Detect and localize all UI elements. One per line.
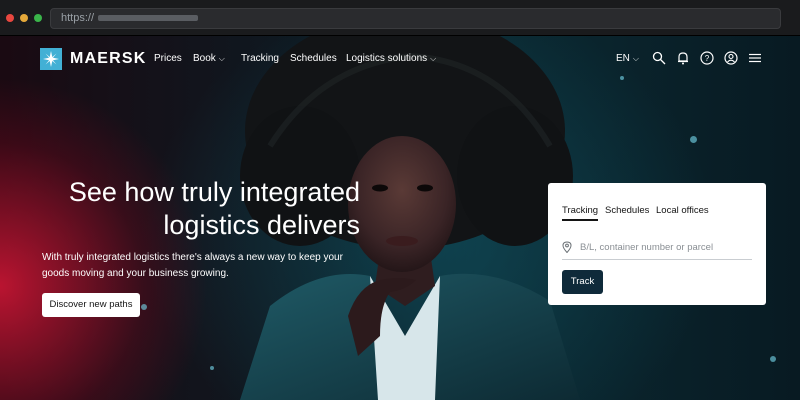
hero-title: See how truly integrated logistics deliv… bbox=[40, 176, 360, 242]
nav-item-label: Schedules bbox=[290, 53, 337, 64]
nav-item-label: Logistics solutions bbox=[346, 53, 428, 64]
input-underline bbox=[562, 259, 752, 260]
nav-item-prices[interactable]: Prices bbox=[154, 53, 182, 64]
svg-text:?: ? bbox=[705, 54, 710, 63]
bell-icon[interactable] bbox=[676, 51, 690, 65]
nav-item-book[interactable]: Book ⌵ bbox=[193, 53, 225, 64]
brand-logo-text[interactable]: MAERSK bbox=[70, 50, 147, 68]
hero-section: MAERSK Prices Book ⌵ Tracking Schedules L… bbox=[0, 36, 800, 400]
address-bar[interactable]: https:// bbox=[50, 8, 781, 29]
user-icon[interactable] bbox=[724, 51, 738, 65]
top-navigation: MAERSK Prices Book ⌵ Tracking Schedules L… bbox=[0, 36, 800, 82]
hero-title-line: See how truly integrated bbox=[68, 177, 360, 207]
location-pin-icon bbox=[562, 241, 572, 253]
language-selector[interactable]: EN ⌵ bbox=[616, 53, 639, 64]
tab-local-offices[interactable]: Local offices bbox=[656, 205, 709, 216]
nav-item-schedules[interactable]: Schedules bbox=[290, 53, 337, 64]
maximize-window-button[interactable] bbox=[34, 14, 42, 22]
maersk-logo-icon[interactable] bbox=[40, 48, 62, 70]
url-prefix: https:// bbox=[61, 12, 95, 24]
chevron-down-icon: ⌵ bbox=[430, 54, 437, 63]
tracking-number-input[interactable] bbox=[580, 239, 750, 255]
close-window-button[interactable] bbox=[6, 14, 14, 22]
nav-item-tracking[interactable]: Tracking bbox=[241, 53, 279, 64]
minimize-window-button[interactable] bbox=[20, 14, 28, 22]
hero-title-line: logistics delivers bbox=[163, 210, 360, 240]
menu-icon[interactable] bbox=[748, 51, 762, 65]
track-button[interactable]: Track bbox=[562, 270, 603, 294]
help-icon[interactable]: ? bbox=[700, 51, 714, 65]
star-icon bbox=[43, 51, 59, 67]
chevron-down-icon: ⌵ bbox=[218, 54, 225, 63]
nav-item-label: Prices bbox=[154, 53, 182, 64]
tab-schedules[interactable]: Schedules bbox=[605, 205, 649, 216]
bokeh-light bbox=[770, 356, 776, 362]
tracking-card: Tracking Schedules Local offices Track bbox=[548, 183, 766, 305]
bokeh-light bbox=[210, 366, 214, 370]
browser-chrome: https:// bbox=[0, 0, 800, 36]
hero-subtitle: With truly integrated logistics there's … bbox=[42, 250, 362, 282]
hero-subtitle-line: goods moving and your business growing. bbox=[42, 268, 229, 279]
tab-tracking[interactable]: Tracking bbox=[562, 205, 599, 221]
bokeh-light bbox=[690, 136, 697, 143]
bokeh-light bbox=[141, 304, 147, 310]
url-redacted bbox=[98, 15, 199, 22]
search-icon[interactable] bbox=[652, 51, 666, 65]
chevron-down-icon: ⌵ bbox=[632, 54, 639, 63]
discover-new-paths-button[interactable]: Discover new paths bbox=[42, 293, 140, 317]
language-label: EN bbox=[616, 53, 630, 64]
nav-item-logistics-solutions[interactable]: Logistics solutions ⌵ bbox=[346, 53, 436, 64]
nav-item-label: Tracking bbox=[241, 53, 279, 64]
nav-item-label: Book bbox=[193, 53, 216, 64]
hero-subtitle-line: With truly integrated logistics there's … bbox=[42, 252, 343, 263]
